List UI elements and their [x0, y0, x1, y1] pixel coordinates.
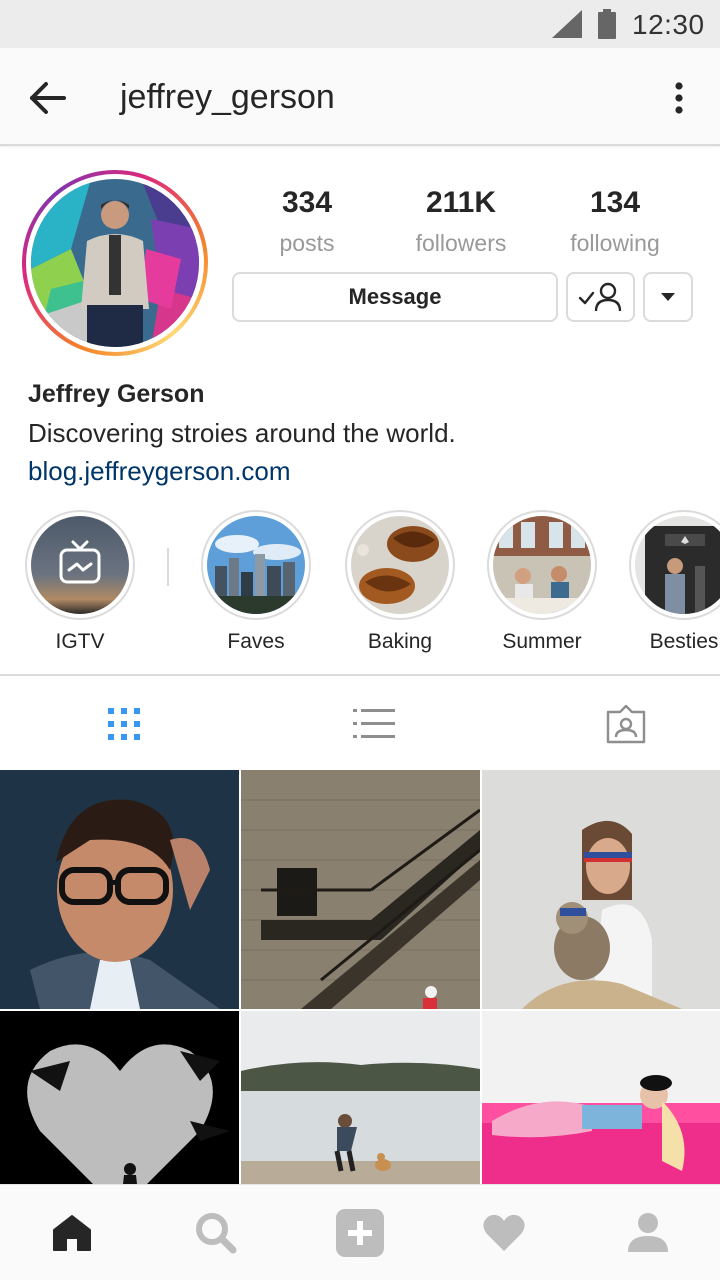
grid-post-5[interactable] — [241, 1011, 480, 1184]
highlight-label: Besties — [649, 630, 719, 653]
search-icon — [196, 1213, 237, 1254]
highlight-summer[interactable]: Summer — [482, 510, 602, 654]
following-button[interactable] — [566, 272, 635, 322]
profile-full-name: Jeffrey Gerson — [28, 380, 205, 408]
followers-count: 211K — [425, 186, 497, 219]
posts-count: 334 — [281, 186, 333, 219]
profile-icon — [628, 1213, 668, 1252]
nav-search[interactable] — [192, 1209, 240, 1257]
message-button[interactable]: Message — [232, 272, 558, 322]
list-icon — [353, 709, 395, 738]
profile-bio: Discovering stroies around the world. — [28, 418, 456, 448]
avatar-photo — [31, 179, 199, 347]
highlight-label: Faves — [227, 630, 285, 653]
bottom-navigation — [0, 1184, 720, 1280]
grid-post-3[interactable] — [482, 770, 720, 1009]
following-check-user-icon — [578, 282, 621, 312]
battery-icon — [598, 9, 616, 39]
profile-avatar[interactable] — [22, 170, 208, 356]
back-arrow-icon[interactable] — [26, 78, 70, 118]
more-options-icon[interactable] — [662, 76, 696, 120]
home-icon — [53, 1215, 91, 1251]
highlight-baking[interactable]: Baking — [340, 510, 460, 654]
highlight-igtv[interactable]: IGTV — [20, 510, 140, 654]
highlight-label: IGTV — [55, 630, 105, 653]
grid-icon — [108, 708, 140, 740]
grid-post-1[interactable] — [0, 770, 239, 1009]
following-count: 134 — [589, 186, 641, 219]
caret-down-icon — [661, 293, 675, 301]
following-label: following — [570, 230, 660, 256]
stat-followers[interactable]: 211K followers — [386, 186, 536, 257]
highlights-divider — [167, 548, 169, 586]
nav-add-post[interactable] — [336, 1209, 384, 1257]
grid-post-4[interactable] — [0, 1011, 239, 1184]
tagged-icon — [606, 704, 646, 744]
followers-label: followers — [415, 230, 507, 256]
tab-grid[interactable] — [100, 700, 148, 748]
status-time: 12:30 — [632, 9, 705, 40]
tab-tagged[interactable] — [602, 700, 650, 748]
summer-cover — [493, 516, 591, 614]
highlight-label: Summer — [502, 630, 582, 653]
faves-cover — [207, 516, 305, 614]
highlight-faves[interactable]: Faves — [196, 510, 316, 654]
grid-post-6[interactable] — [482, 1011, 720, 1184]
profile-username: jeffrey_gerson — [120, 78, 335, 116]
nav-activity[interactable] — [480, 1209, 528, 1257]
igtv-cover — [31, 516, 129, 614]
profile-tabs — [0, 674, 720, 770]
nav-profile[interactable] — [624, 1209, 672, 1257]
activity-heart-icon — [483, 1214, 525, 1251]
status-bar: 12:30 — [0, 0, 720, 48]
nav-home[interactable] — [48, 1209, 96, 1257]
tab-list[interactable] — [350, 700, 398, 748]
besties-cover — [635, 516, 720, 614]
photo-grid — [0, 770, 720, 1184]
grid-post-2[interactable] — [241, 770, 480, 1009]
baking-cover — [351, 516, 449, 614]
posts-label: posts — [279, 230, 335, 256]
add-post-icon — [336, 1209, 384, 1257]
stat-posts[interactable]: 334 posts — [232, 186, 382, 257]
stat-following[interactable]: 134 following — [540, 186, 690, 257]
app-bar: jeffrey_gerson — [0, 48, 720, 146]
signal-icon — [552, 10, 582, 38]
profile-website-link[interactable]: blog.jeffreygerson.com — [28, 456, 291, 487]
suggestions-dropdown-button[interactable] — [643, 272, 693, 322]
highlight-label: Baking — [367, 630, 433, 653]
highlight-besties[interactable]: Besties — [624, 510, 720, 654]
